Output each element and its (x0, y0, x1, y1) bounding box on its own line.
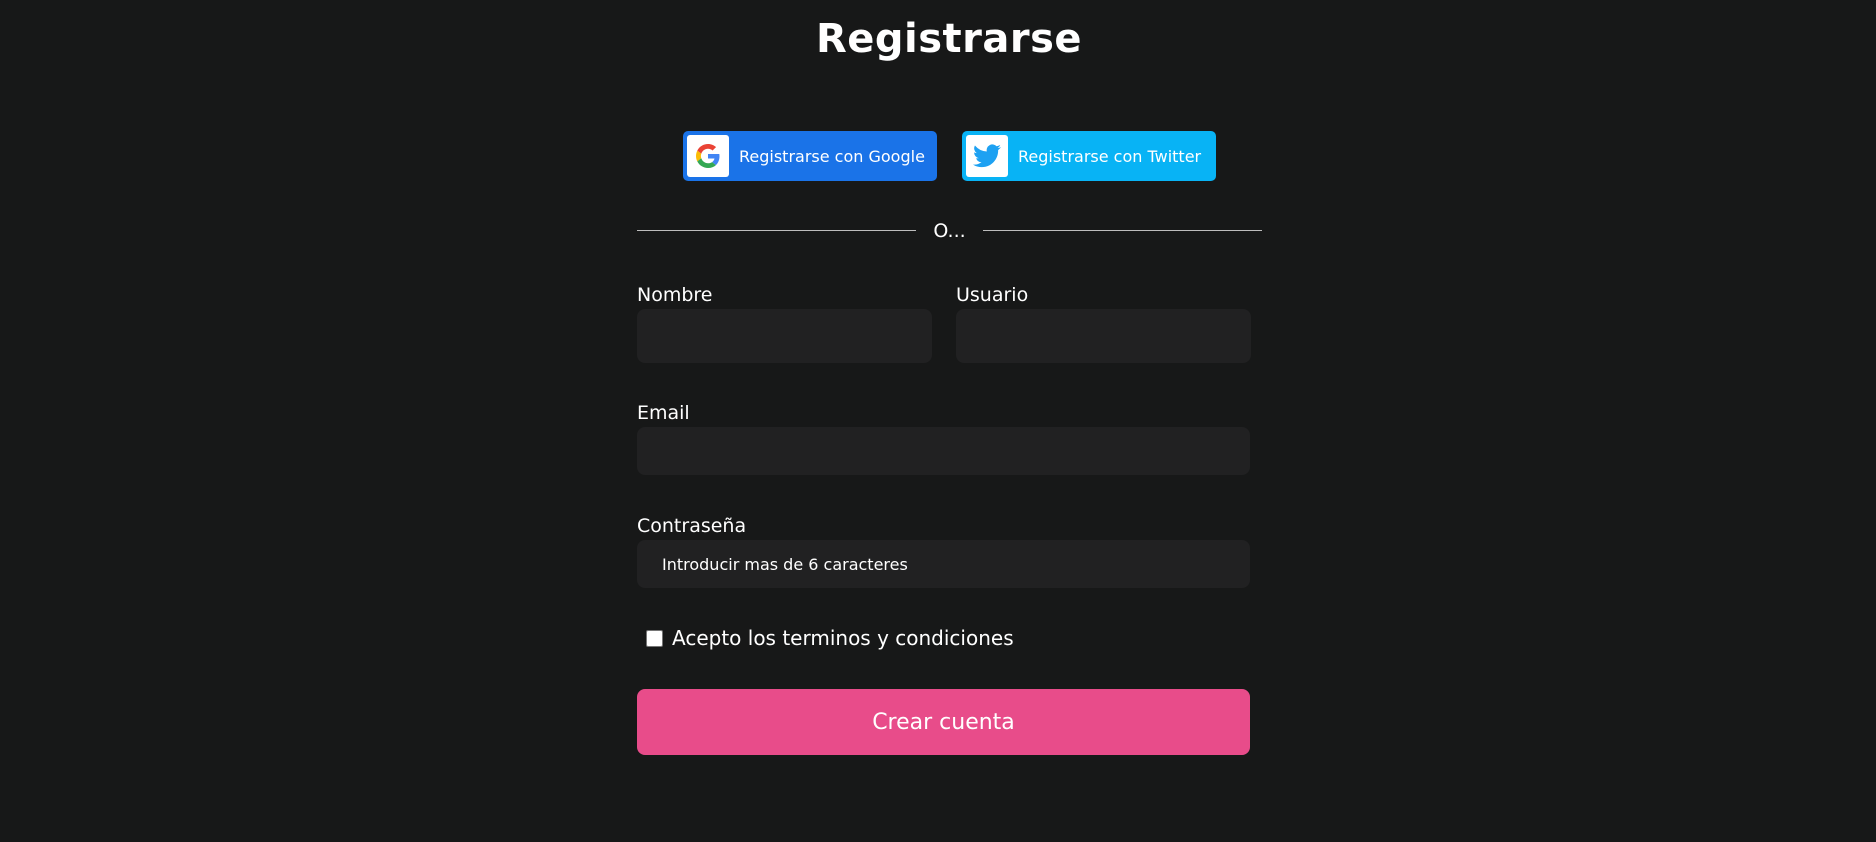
twitter-signup-button[interactable]: Registrarse con Twitter (962, 131, 1216, 181)
password-label: Contraseña (637, 515, 747, 537)
terms-row: Acepto los terminos y condiciones (644, 626, 1014, 650)
google-signup-label: Registrarse con Google (739, 146, 925, 166)
terms-label[interactable]: Acepto los terminos y condiciones (672, 626, 1014, 650)
register-page: Registrarse Registrarse con Google Regis… (0, 0, 1876, 842)
usuario-field[interactable] (956, 309, 1251, 363)
twitter-signup-label: Registrarse con Twitter (1018, 146, 1202, 166)
email-field[interactable] (637, 427, 1250, 475)
email-label: Email (637, 402, 690, 424)
google-signup-button[interactable]: Registrarse con Google (683, 131, 937, 181)
nombre-field[interactable] (637, 309, 932, 363)
terms-checkbox[interactable] (646, 629, 663, 647)
divider-line-left (637, 230, 916, 231)
password-field[interactable] (637, 540, 1250, 588)
divider-line-right (983, 230, 1262, 231)
create-account-button[interactable]: Crear cuenta (637, 689, 1250, 755)
nombre-label: Nombre (637, 284, 713, 306)
usuario-label: Usuario (956, 284, 1029, 306)
google-icon (687, 135, 729, 177)
twitter-icon (966, 135, 1008, 177)
divider-text: O... (933, 220, 966, 242)
page-title: Registrarse (815, 16, 1083, 62)
